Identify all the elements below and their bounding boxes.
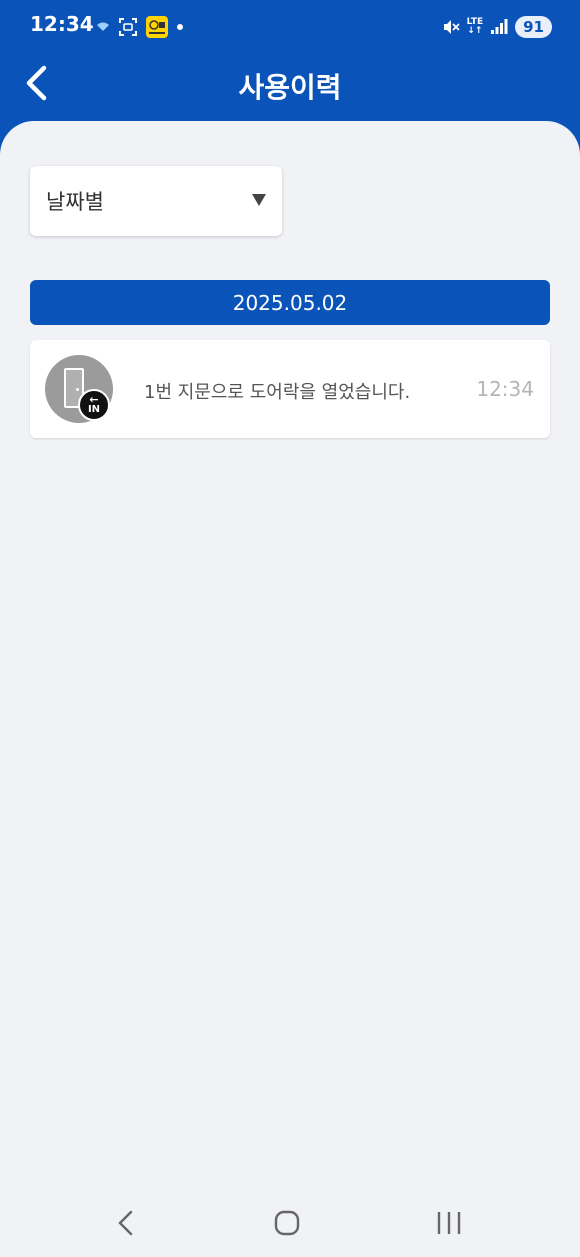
- nav-home-button[interactable]: [257, 1203, 317, 1243]
- dropdown-selected-value: 날짜별: [46, 190, 104, 214]
- system-nav-bar: [0, 1185, 580, 1257]
- app-notification-icon: [146, 16, 168, 38]
- lte-icon: LTE ↓↑: [467, 18, 484, 36]
- in-badge-icon: ← IN: [78, 389, 110, 421]
- mute-icon: [443, 20, 460, 34]
- status-bar: 12:34 LTE ↓↑ 91: [0, 0, 580, 52]
- nav-recents-button[interactable]: [419, 1203, 479, 1243]
- date-filter-dropdown[interactable]: 날짜별: [30, 166, 282, 236]
- signal-icon: [491, 19, 508, 34]
- back-nav-icon: [118, 1210, 133, 1236]
- dot-icon: [177, 24, 183, 30]
- wifi-calling-icon: [97, 22, 109, 31]
- nav-back-button[interactable]: [95, 1203, 155, 1243]
- status-right-icons: LTE ↓↑ 91: [442, 14, 552, 40]
- history-record[interactable]: ← IN 1번 지문으로 도어락을 열었습니다. 12:34: [30, 340, 550, 438]
- record-message: 1번 지문으로 도어락을 열었습니다.: [144, 382, 411, 403]
- date-group-label: 2025.05.02: [232, 290, 348, 315]
- app-bar: 사용이력: [0, 52, 580, 118]
- battery-icon: 91: [515, 16, 552, 38]
- home-nav-icon: [274, 1210, 300, 1236]
- status-time: 12:34: [30, 12, 94, 36]
- data-arrows-icon: ↓↑: [467, 26, 483, 36]
- content-area: 날짜별 2025.05.02 ← IN 1번 지문으로 도어락을 열었습니다. …: [0, 121, 580, 1257]
- door-in-icon: ← IN: [45, 355, 113, 423]
- recents-nav-icon: [437, 1212, 461, 1234]
- status-left-icons: [96, 14, 184, 40]
- page-title: 사용이력: [238, 71, 342, 104]
- triangle-down-icon: [252, 194, 266, 206]
- record-time: 12:34: [476, 377, 534, 401]
- date-group-header: 2025.05.02: [30, 280, 550, 325]
- in-badge-label: IN: [87, 404, 101, 415]
- screenshot-icon: [119, 18, 137, 36]
